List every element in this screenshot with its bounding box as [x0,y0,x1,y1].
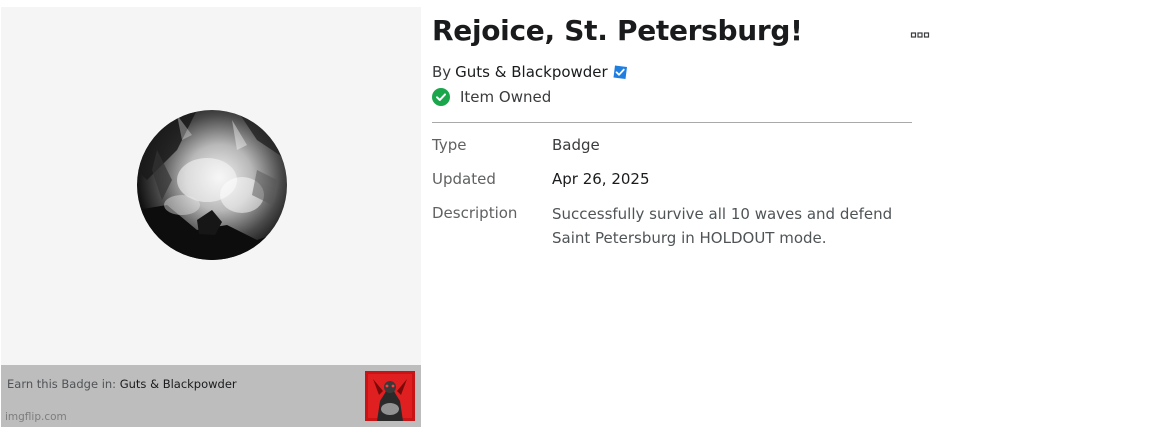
updated-value: Apr 26, 2025 [552,170,650,188]
updated-label: Updated [432,170,496,188]
creator-line: By Guts & Blackpowder [432,63,628,81]
description-label: Description [432,204,518,222]
item-owned-status: Item Owned [432,88,551,106]
by-label: By [432,63,452,81]
item-owned-label: Item Owned [460,88,552,106]
earn-badge-bar: Earn this Badge in: Guts & Blackpowder i… [1,365,421,427]
details-divider [432,122,912,123]
badge-image [137,110,287,260]
checkmark-circle-icon [432,88,450,106]
verified-badge-icon [612,64,628,80]
badge-image-panel: Earn this Badge in: Guts & Blackpowder i… [1,7,421,427]
ellipsis-icon [910,32,930,38]
badge-title: Rejoice, St. Petersburg! [432,14,803,47]
earn-prefix: Earn this Badge in: [7,377,117,391]
type-label: Type [432,136,467,154]
creator-link[interactable]: Guts & Blackpowder [455,63,608,81]
earn-badge-text: Earn this Badge in: Guts & Blackpowder [7,377,237,391]
imgflip-watermark: imgflip.com [5,411,67,423]
type-value: Badge [552,136,600,154]
earn-game-link[interactable]: Guts & Blackpowder [120,377,237,391]
game-thumbnail[interactable] [365,371,415,421]
description-value: Successfully survive all 10 waves and de… [552,205,893,247]
more-options-button[interactable] [908,28,932,42]
